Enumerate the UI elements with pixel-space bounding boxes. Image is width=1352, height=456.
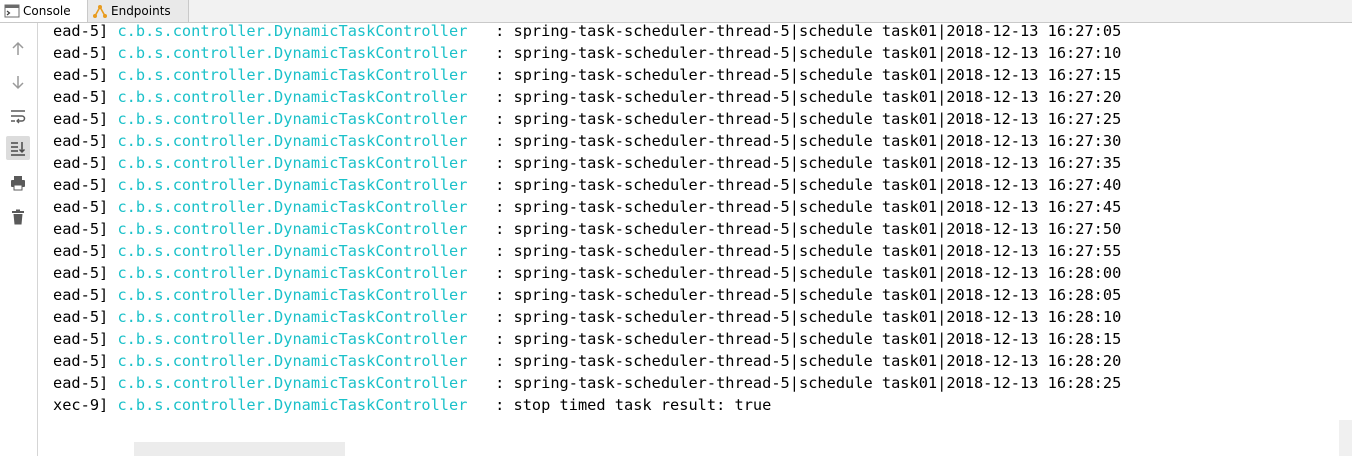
log-logger: c.b.s.controller.DynamicTaskController <box>117 242 468 260</box>
log-message: : stop timed task result: true <box>467 396 772 414</box>
log-line: ead-5] c.b.s.controller.DynamicTaskContr… <box>53 196 1121 218</box>
log-message: : spring-task-scheduler-thread-5|schedul… <box>467 44 1122 62</box>
clear-all-icon <box>12 209 24 225</box>
print-icon <box>11 176 25 191</box>
log-logger: c.b.s.controller.DynamicTaskController <box>117 23 468 40</box>
soft-wrap-icon <box>11 110 26 124</box>
log-logger: c.b.s.controller.DynamicTaskController <box>117 198 468 216</box>
log-thread: ead-5] <box>53 88 118 106</box>
log-message: : spring-task-scheduler-thread-5|schedul… <box>467 132 1122 150</box>
log-message: : spring-task-scheduler-thread-5|schedul… <box>467 308 1122 326</box>
log-thread: ead-5] <box>53 110 118 128</box>
log-thread: ead-5] <box>53 132 118 150</box>
log-logger: c.b.s.controller.DynamicTaskController <box>117 330 468 348</box>
log-message: : spring-task-scheduler-thread-5|schedul… <box>467 352 1122 370</box>
log-thread: ead-5] <box>53 374 118 392</box>
log-thread: ead-5] <box>53 264 118 282</box>
log-thread: ead-5] <box>53 66 118 84</box>
log-message: : spring-task-scheduler-thread-5|schedul… <box>467 198 1122 216</box>
log-line: ead-5] c.b.s.controller.DynamicTaskContr… <box>53 174 1121 196</box>
log-logger: c.b.s.controller.DynamicTaskController <box>117 308 468 326</box>
log-logger: c.b.s.controller.DynamicTaskController <box>117 352 468 370</box>
log-thread: xec-9] <box>53 396 118 414</box>
log-line: xec-9] c.b.s.controller.DynamicTaskContr… <box>53 394 771 416</box>
tab-console[interactable]: Console <box>0 0 88 22</box>
log-line: ead-5] c.b.s.controller.DynamicTaskContr… <box>53 372 1121 394</box>
log-line: ead-5] c.b.s.controller.DynamicTaskContr… <box>53 130 1121 152</box>
print-button[interactable] <box>6 171 30 195</box>
log-thread: ead-5] <box>53 352 118 370</box>
console-toolbar <box>0 23 38 456</box>
log-thread: ead-5] <box>53 220 118 238</box>
log-message: : spring-task-scheduler-thread-5|schedul… <box>467 154 1122 172</box>
horizontal-scrollbar-thumb[interactable] <box>134 442 345 456</box>
console-output[interactable]: ead-5] c.b.s.controller.DynamicTaskContr… <box>38 23 1338 443</box>
log-message: : spring-task-scheduler-thread-5|schedul… <box>467 286 1122 304</box>
log-line: ead-5] c.b.s.controller.DynamicTaskContr… <box>53 306 1121 328</box>
log-line: ead-5] c.b.s.controller.DynamicTaskContr… <box>53 262 1121 284</box>
log-message: : spring-task-scheduler-thread-5|schedul… <box>467 110 1122 128</box>
log-logger: c.b.s.controller.DynamicTaskController <box>117 264 468 282</box>
log-line: ead-5] c.b.s.controller.DynamicTaskContr… <box>53 240 1121 262</box>
log-message: : spring-task-scheduler-thread-5|schedul… <box>467 220 1122 238</box>
log-logger: c.b.s.controller.DynamicTaskController <box>117 110 468 128</box>
log-thread: ead-5] <box>53 198 118 216</box>
log-thread: ead-5] <box>53 242 118 260</box>
log-line: ead-5] c.b.s.controller.DynamicTaskContr… <box>53 23 1121 42</box>
log-logger: c.b.s.controller.DynamicTaskController <box>117 44 468 62</box>
log-message: : spring-task-scheduler-thread-5|schedul… <box>467 330 1122 348</box>
tool-window-tab-bar: Console Endpoints <box>0 0 1352 23</box>
log-message: : spring-task-scheduler-thread-5|schedul… <box>467 264 1122 282</box>
log-logger: c.b.s.controller.DynamicTaskController <box>117 396 468 414</box>
log-logger: c.b.s.controller.DynamicTaskController <box>117 374 468 392</box>
log-line: ead-5] c.b.s.controller.DynamicTaskContr… <box>53 328 1121 350</box>
log-line: ead-5] c.b.s.controller.DynamicTaskContr… <box>53 42 1121 64</box>
log-message: : spring-task-scheduler-thread-5|schedul… <box>467 242 1122 260</box>
log-logger: c.b.s.controller.DynamicTaskController <box>117 88 468 106</box>
scroll-up-button[interactable] <box>6 37 30 61</box>
log-message: : spring-task-scheduler-thread-5|schedul… <box>467 88 1122 106</box>
log-logger: c.b.s.controller.DynamicTaskController <box>117 66 468 84</box>
scroll-to-end-icon <box>11 142 26 156</box>
scroll-down-button[interactable] <box>6 70 30 94</box>
soft-wrap-button[interactable] <box>6 104 30 128</box>
log-thread: ead-5] <box>53 330 118 348</box>
log-message: : spring-task-scheduler-thread-5|schedul… <box>467 66 1122 84</box>
log-message: : spring-task-scheduler-thread-5|schedul… <box>467 23 1122 40</box>
log-line: ead-5] c.b.s.controller.DynamicTaskContr… <box>53 152 1121 174</box>
log-logger: c.b.s.controller.DynamicTaskController <box>117 154 468 172</box>
log-line: ead-5] c.b.s.controller.DynamicTaskContr… <box>53 218 1121 240</box>
log-logger: c.b.s.controller.DynamicTaskController <box>117 286 468 304</box>
log-line: ead-5] c.b.s.controller.DynamicTaskContr… <box>53 350 1121 372</box>
log-line: ead-5] c.b.s.controller.DynamicTaskContr… <box>53 108 1121 130</box>
log-message: : spring-task-scheduler-thread-5|schedul… <box>467 374 1122 392</box>
tab-console-label: Console <box>23 4 71 18</box>
clear-all-button[interactable] <box>6 205 30 229</box>
log-thread: ead-5] <box>53 44 118 62</box>
log-thread: ead-5] <box>53 23 118 40</box>
log-thread: ead-5] <box>53 308 118 326</box>
log-line: ead-5] c.b.s.controller.DynamicTaskContr… <box>53 64 1121 86</box>
log-logger: c.b.s.controller.DynamicTaskController <box>117 220 468 238</box>
vertical-scrollbar-thumb[interactable] <box>1339 420 1352 456</box>
log-logger: c.b.s.controller.DynamicTaskController <box>117 176 468 194</box>
tab-endpoints-label: Endpoints <box>111 4 171 18</box>
endpoints-icon <box>92 3 108 19</box>
scroll-to-end-button[interactable] <box>6 136 30 160</box>
log-thread: ead-5] <box>53 286 118 304</box>
log-logger: c.b.s.controller.DynamicTaskController <box>117 132 468 150</box>
tab-endpoints[interactable]: Endpoints <box>88 0 189 22</box>
log-thread: ead-5] <box>53 154 118 172</box>
log-line: ead-5] c.b.s.controller.DynamicTaskContr… <box>53 284 1121 306</box>
log-message: : spring-task-scheduler-thread-5|schedul… <box>467 176 1122 194</box>
scroll-up-icon <box>12 41 24 55</box>
scroll-down-icon <box>12 76 24 90</box>
log-line: ead-5] c.b.s.controller.DynamicTaskContr… <box>53 86 1121 108</box>
log-thread: ead-5] <box>53 176 118 194</box>
console-icon <box>4 3 20 19</box>
